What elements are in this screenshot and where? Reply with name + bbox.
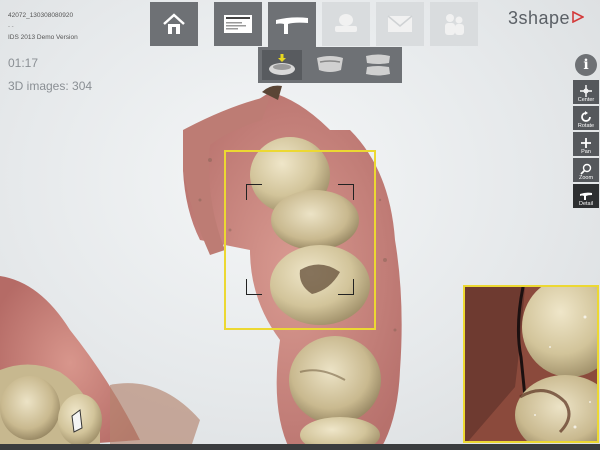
detail-label: Detail xyxy=(578,201,594,207)
bite-scan-button[interactable] xyxy=(358,50,398,80)
live-camera-image xyxy=(465,287,597,441)
pan-icon xyxy=(581,138,591,148)
center-button[interactable]: Center xyxy=(573,80,599,104)
scan-button[interactable] xyxy=(268,2,316,48)
view-tools: Center Rotate Pan Zoom Detail xyxy=(573,80,599,210)
rotate-label: Rotate xyxy=(577,123,595,129)
opposing-jaw-button[interactable] xyxy=(310,50,350,80)
order-form-icon xyxy=(224,15,252,33)
logo-triangle-icon xyxy=(572,11,584,23)
focus-corner-top-right xyxy=(338,184,354,200)
zoom-button[interactable]: Zoom xyxy=(573,158,599,182)
rotate-button[interactable]: Rotate xyxy=(573,106,599,130)
order-form-button[interactable] xyxy=(214,2,262,46)
post-processing-button[interactable] xyxy=(322,2,370,46)
scan-substeps xyxy=(258,47,402,83)
home-button[interactable] xyxy=(150,2,198,46)
opposing-jaw-icon xyxy=(317,56,343,72)
scanner-wand-icon xyxy=(276,17,308,34)
scan-timer: 01:17 xyxy=(8,56,39,70)
status-strip xyxy=(0,444,600,450)
zoom-icon xyxy=(580,163,592,175)
focus-corner-bottom-right xyxy=(338,279,354,295)
bite-icon xyxy=(366,54,390,76)
people-icon xyxy=(445,14,464,35)
pan-button[interactable]: Pan xyxy=(573,132,599,156)
focus-corner-top-left xyxy=(246,184,262,200)
home-icon xyxy=(163,13,185,34)
center-label: Center xyxy=(577,97,595,103)
rotate-icon xyxy=(581,111,591,122)
envelope-icon xyxy=(387,15,413,32)
detail-button[interactable]: Detail xyxy=(573,184,599,208)
detail-icon xyxy=(580,192,592,200)
workflow-toolbar xyxy=(150,2,478,48)
info-button[interactable]: i xyxy=(575,54,597,76)
images-count: 3D images: 304 xyxy=(8,79,93,93)
center-icon xyxy=(580,85,592,97)
case-subtitle: - - xyxy=(8,24,14,30)
focus-corner-bottom-left xyxy=(246,279,262,295)
scan-frame xyxy=(224,150,376,330)
lower-jaw-scan xyxy=(0,276,200,450)
pan-label: Pan xyxy=(581,149,591,155)
brand-logo: 3shape xyxy=(507,8,570,28)
live-camera-view xyxy=(463,285,599,443)
patient-button[interactable] xyxy=(430,2,478,46)
preparation-scan-button[interactable] xyxy=(262,50,302,80)
send-button[interactable] xyxy=(376,2,424,46)
zoom-label: Zoom xyxy=(578,175,594,181)
case-id: 42072_130308080920 xyxy=(8,12,74,19)
version-label: IDS 2013 Demo Version xyxy=(8,34,78,41)
post-processing-icon xyxy=(335,14,357,32)
preparation-jaw-icon xyxy=(269,54,295,75)
